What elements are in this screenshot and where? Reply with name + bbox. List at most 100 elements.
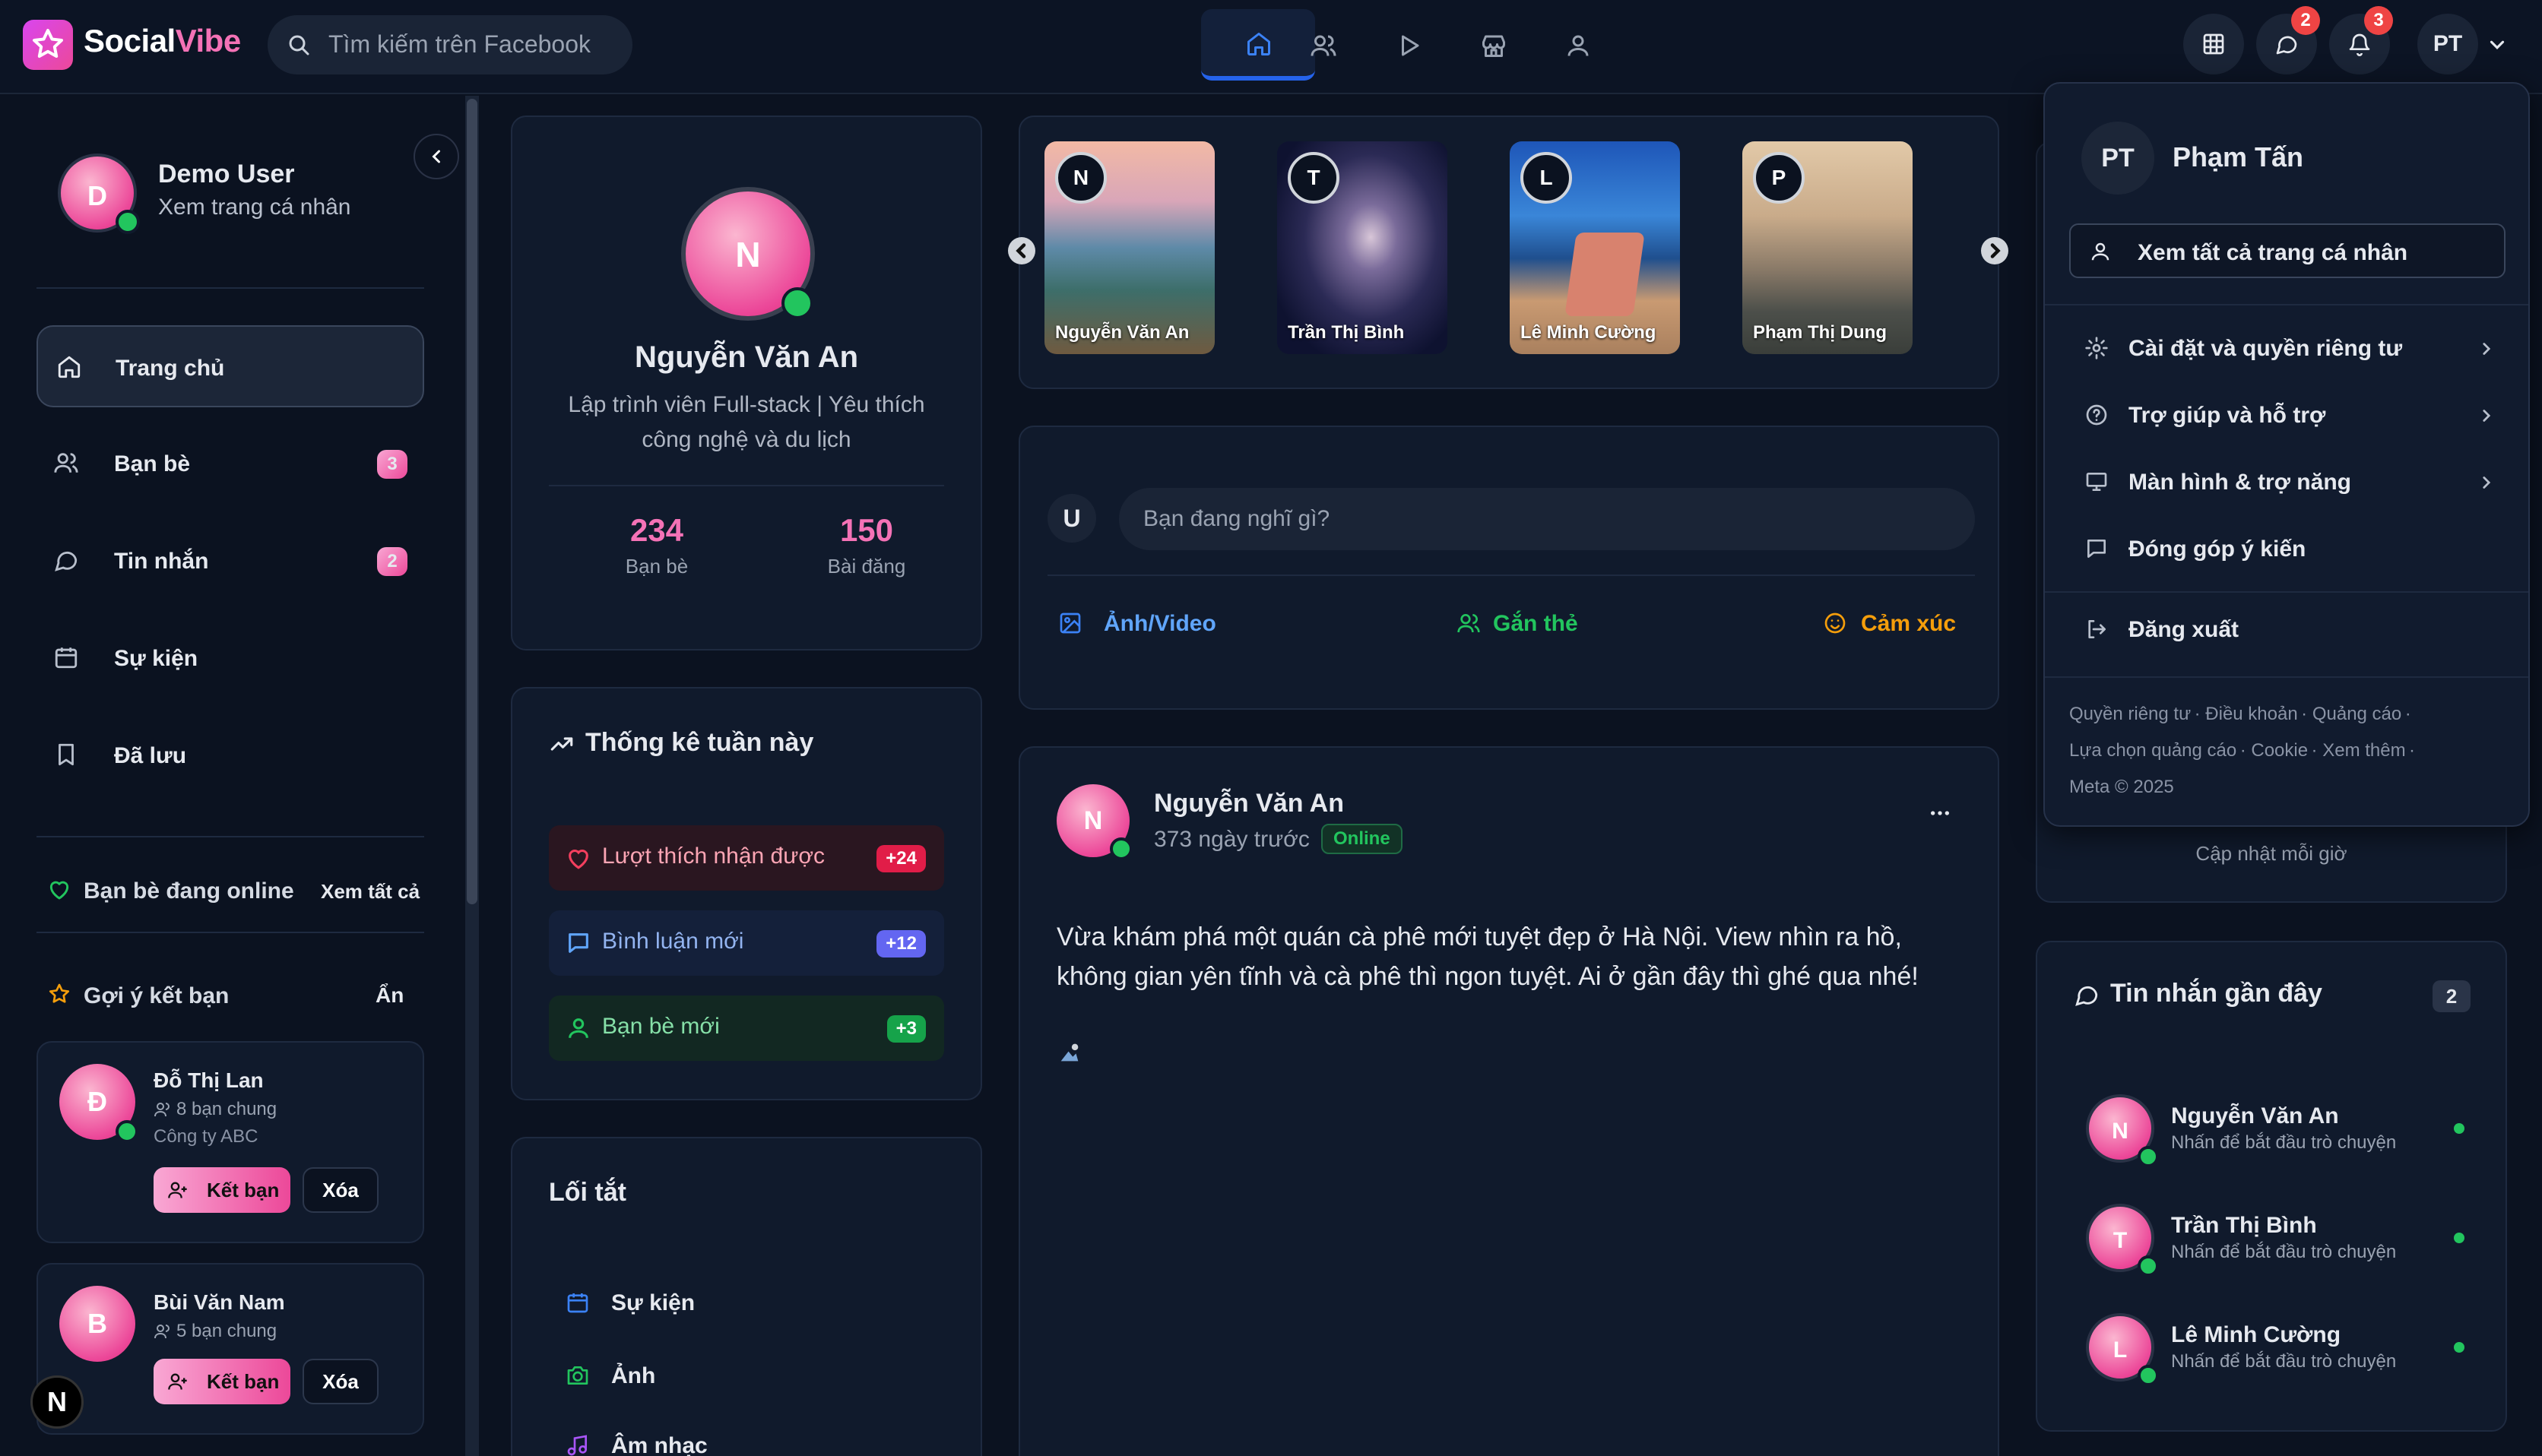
remove-suggestion-button[interactable]: Xóa bbox=[303, 1167, 379, 1213]
stat-comments-row[interactable]: Bình luận mới +12 bbox=[549, 910, 944, 976]
avatar[interactable]: PT bbox=[2081, 122, 2154, 195]
story-card[interactable]: P Phạm Thị Dung bbox=[1742, 141, 1913, 354]
post-options-button[interactable] bbox=[1917, 790, 1963, 836]
footer-link[interactable]: Cookie bbox=[2251, 740, 2308, 761]
view-profile-link[interactable]: Xem trang cá nhân bbox=[158, 195, 351, 220]
stories-prev-button[interactable] bbox=[1008, 237, 1035, 264]
photo-video-button[interactable]: Ảnh/Video bbox=[1048, 600, 1245, 646]
conversation-item[interactable]: N Nguyễn Văn An Nhấn để bắt đầu trò chuy… bbox=[2074, 1087, 2472, 1170]
view-all-profiles-button[interactable]: Xem tất cả trang cá nhân bbox=[2069, 223, 2506, 278]
sidebar-item-messages[interactable]: Tin nhắn 2 bbox=[36, 520, 424, 602]
profile-name[interactable]: Nguyễn Văn An bbox=[512, 340, 981, 375]
stories-next-button[interactable] bbox=[1981, 237, 2008, 264]
menu-feedback[interactable]: Đóng góp ý kiến bbox=[2072, 520, 2506, 581]
shortcut-music[interactable]: Âm nhạc bbox=[549, 1423, 944, 1456]
sidebar-item-friends[interactable]: Bạn bè 3 bbox=[36, 423, 424, 505]
logo-icon[interactable] bbox=[23, 20, 73, 70]
account-name[interactable]: Phạm Tấn bbox=[2173, 141, 2303, 173]
chevron-down-icon[interactable] bbox=[2486, 33, 2509, 56]
search-input[interactable]: Tìm kiếm trên Facebook bbox=[268, 15, 632, 74]
scrollbar-thumb[interactable] bbox=[467, 99, 477, 904]
floating-dev-badge[interactable]: N bbox=[30, 1375, 84, 1429]
stat-likes-row[interactable]: Lượt thích nhận được +24 bbox=[549, 825, 944, 891]
tag-friends-button[interactable]: Gắn thẻ bbox=[1446, 600, 1613, 646]
monitor-icon bbox=[2086, 473, 2107, 491]
stat-label: Lượt thích nhận được bbox=[602, 844, 825, 869]
shortcut-events[interactable]: Sự kiện bbox=[549, 1280, 944, 1330]
story-card[interactable]: T Trần Thị Bình bbox=[1277, 141, 1447, 354]
star-icon bbox=[49, 983, 70, 1003]
account-avatar[interactable]: PT bbox=[2417, 14, 2478, 74]
story-card[interactable]: N Nguyễn Văn An bbox=[1044, 141, 1215, 354]
more-horizontal-icon bbox=[1931, 811, 1949, 815]
post-text-cont: không gian yên tĩnh và cà phê thì ngon t… bbox=[1057, 962, 1919, 991]
view-all-profiles-label: Xem tất cả trang cá nhân bbox=[2138, 240, 2408, 265]
sidebar-item-events[interactable]: Sự kiện bbox=[36, 617, 424, 699]
story-avatar: P bbox=[1753, 152, 1805, 204]
menu-settings-privacy[interactable]: Cài đặt và quyền riêng tư bbox=[2072, 319, 2506, 380]
add-friend-button[interactable]: Kết bạn bbox=[154, 1359, 290, 1404]
comment-icon bbox=[569, 933, 588, 953]
sidebar-item-home[interactable]: Trang chủ bbox=[36, 325, 424, 407]
brand-name[interactable]: SocialVibe bbox=[84, 23, 241, 59]
footer-link[interactable]: Lựa chọn quảng cáo bbox=[2069, 740, 2236, 761]
sidebar-item-saved[interactable]: Đã lưu bbox=[36, 714, 424, 796]
profile-bio: Lập trình viên Full-stack | Yêu thích bbox=[568, 392, 925, 417]
menu-logout[interactable]: Đăng xuất bbox=[2072, 600, 2506, 661]
conversation-name: Lê Minh Cường bbox=[2171, 1322, 2341, 1347]
footer-link[interactable]: Quảng cáo bbox=[2312, 704, 2401, 724]
add-friend-button[interactable]: Kết bạn bbox=[154, 1167, 290, 1213]
divider bbox=[1048, 574, 1975, 576]
messages-button[interactable]: 2 bbox=[2256, 6, 2320, 74]
footer-link[interactable]: Xem thêm bbox=[2322, 740, 2405, 761]
story-card[interactable]: L Lê Minh Cường bbox=[1510, 141, 1680, 354]
avatar[interactable]: B bbox=[59, 1286, 135, 1362]
sidebar-item-label: Đã lưu bbox=[114, 743, 187, 768]
hide-suggestions-button[interactable]: Ẩn bbox=[376, 983, 404, 1008]
suggestion-name[interactable]: Bùi Văn Nam bbox=[154, 1290, 285, 1315]
post-author[interactable]: Nguyễn Văn An bbox=[1154, 789, 1344, 818]
calendar-icon bbox=[55, 647, 78, 669]
menu-display-accessibility[interactable]: Màn hình & trợ năng bbox=[2072, 453, 2506, 514]
posts-count[interactable]: 150 bbox=[798, 512, 935, 549]
user-name[interactable]: Demo User bbox=[158, 160, 295, 189]
friends-count[interactable]: 234 bbox=[588, 512, 725, 549]
profile-card: N Nguyễn Văn An Lập trình viên Full-stac… bbox=[511, 116, 982, 650]
see-all-online-link[interactable]: Xem tất cả bbox=[321, 880, 420, 904]
chevron-right-icon bbox=[2483, 343, 2491, 355]
menu-item-label: Trợ giúp và hỗ trợ bbox=[2128, 403, 2326, 428]
online-indicator bbox=[116, 1120, 138, 1143]
music-icon bbox=[567, 1435, 587, 1456]
online-dot bbox=[2454, 1342, 2464, 1353]
smile-icon bbox=[1824, 612, 1846, 634]
notifications-button[interactable]: 3 bbox=[2329, 6, 2393, 74]
online-dot bbox=[2454, 1233, 2464, 1243]
tab-groups[interactable] bbox=[1520, 9, 1634, 81]
friend-suggestions-title: Gợi ý kết bạn bbox=[84, 983, 230, 1008]
conversation-item[interactable]: L Lê Minh Cường Nhấn để bắt đầu trò chuy… bbox=[2074, 1306, 2472, 1389]
messages-badge: 2 bbox=[377, 547, 407, 576]
bell-icon bbox=[2349, 33, 2370, 56]
online-friends-title: Bạn bè đang online bbox=[84, 878, 294, 904]
stat-new-friends-row[interactable]: Bạn bè mới +3 bbox=[549, 995, 944, 1061]
footer-link[interactable]: Điều khoản bbox=[2205, 704, 2297, 724]
remove-suggestion-button[interactable]: Xóa bbox=[303, 1359, 379, 1404]
footer-separator: · bbox=[2409, 740, 2416, 761]
menu-help-support[interactable]: Trợ giúp và hỗ trợ bbox=[2072, 386, 2506, 447]
brand-part-b: Vibe bbox=[175, 23, 241, 59]
apps-menu-button[interactable] bbox=[2183, 14, 2244, 74]
add-friend-label: Kết bạn bbox=[207, 1370, 280, 1393]
suggestion-name[interactable]: Đỗ Thị Lan bbox=[154, 1068, 264, 1093]
feeling-button[interactable]: Cảm xúc bbox=[1818, 600, 1978, 646]
grid-icon bbox=[2203, 33, 2224, 55]
conversation-item[interactable]: T Trần Thị Bình Nhấn để bắt đầu trò chuy… bbox=[2074, 1196, 2472, 1280]
online-dot bbox=[2454, 1123, 2464, 1134]
online-indicator bbox=[2138, 1365, 2159, 1386]
shortcut-photos[interactable]: Ảnh bbox=[549, 1353, 944, 1403]
footer-link[interactable]: Quyền riêng tư bbox=[2069, 704, 2191, 724]
post-timestamp[interactable]: 373 ngày trước bbox=[1154, 827, 1310, 853]
composer-input[interactable]: Bạn đang nghĩ gì? bbox=[1119, 488, 1975, 550]
collapse-sidebar-button[interactable] bbox=[414, 134, 459, 179]
conversation-preview: Nhấn để bắt đầu trò chuyện bbox=[2171, 1351, 2397, 1372]
post-card: N Nguyễn Văn An 373 ngày trước Online Vừ… bbox=[1019, 746, 1999, 1456]
